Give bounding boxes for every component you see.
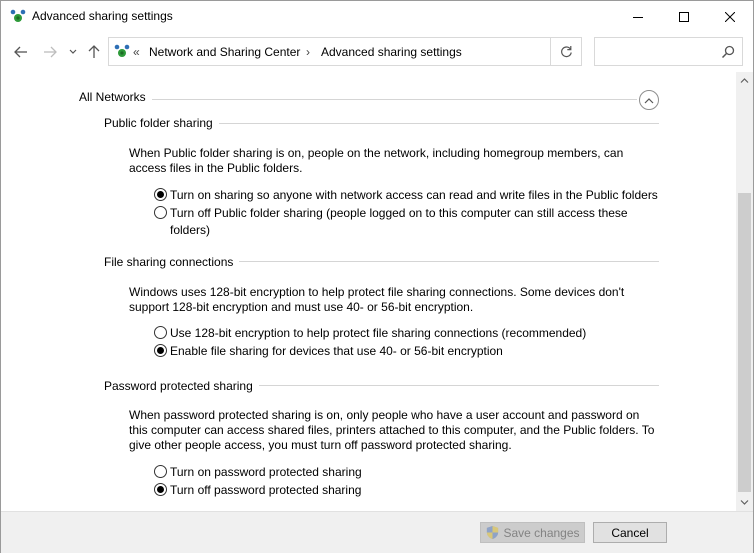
profile-title: All Networks [79,90,152,104]
vertical-scrollbar[interactable] [736,72,753,511]
save-changes-label: Save changes [503,525,580,540]
address-bar[interactable]: « Network and Sharing Center › Advanced … [108,37,582,66]
radio-label[interactable]: Turn off Public folder sharing (people l… [170,205,644,239]
refresh-button[interactable] [554,41,578,62]
network-icon [10,9,26,22]
footer-bar: Save changes Cancel [1,511,753,553]
forward-button[interactable] [39,42,61,62]
close-button[interactable] [707,1,753,32]
radio-label[interactable]: Use 128-bit encryption to help protect f… [170,325,586,342]
refresh-icon [560,46,572,58]
breadcrumb-network-and-sharing-center[interactable]: Network and Sharing Center [149,45,300,59]
chevron-up-icon [644,97,654,103]
breadcrumb-advanced-sharing-settings[interactable]: Advanced sharing settings [321,45,462,59]
scroll-up-button[interactable] [736,72,753,89]
radio-option-128bit[interactable]: Use 128-bit encryption to help protect f… [154,325,674,342]
section-description: Windows uses 128-bit encryption to help … [129,285,625,314]
recent-locations-button[interactable] [67,42,79,62]
radio-button[interactable] [154,483,167,496]
window-title: Advanced sharing settings [32,9,173,23]
radio-option-40-56bit[interactable]: Enable file sharing for devices that use… [154,343,674,360]
profile-divider [151,99,637,100]
close-icon [725,11,735,22]
scroll-down-button[interactable] [736,494,753,511]
radio-option-password-on[interactable]: Turn on password protected sharing [154,464,674,481]
breadcrumb-separator[interactable]: › [306,45,310,59]
radio-option-public-on[interactable]: Turn on sharing so anyone with network a… [154,187,674,204]
window: Advanced sharing settings « Network and … [0,0,754,553]
arrow-right-icon [44,46,57,58]
radio-button[interactable] [154,206,167,219]
radio-label[interactable]: Turn on password protected sharing [170,464,362,481]
radio-button[interactable] [154,465,167,478]
address-divider [550,38,551,65]
section-divider [201,123,659,124]
arrow-left-icon [14,46,27,58]
search-box[interactable] [594,37,743,66]
uac-shield-icon [487,525,499,540]
maximize-button[interactable] [661,1,707,32]
navigation-bar: « Network and Sharing Center › Advanced … [1,32,753,72]
save-changes-button[interactable]: Save changes [480,522,585,543]
minimize-button[interactable] [615,1,661,32]
section-divider [221,261,659,262]
breadcrumb-overflow[interactable]: « [133,45,140,59]
up-button[interactable] [83,42,105,62]
section-title-file-sharing-connections: File sharing connections [104,255,240,269]
radio-button[interactable] [154,326,167,339]
radio-label[interactable]: Turn on sharing so anyone with network a… [170,187,658,204]
radio-label[interactable]: Enable file sharing for devices that use… [170,343,503,360]
collapse-profile-button[interactable] [639,90,659,110]
section-description: When Public folder sharing is on, people… [129,146,624,175]
radio-label[interactable]: Turn off password protected sharing [170,482,361,499]
radio-option-password-off[interactable]: Turn off password protected sharing [154,482,674,499]
section-divider [241,385,659,386]
maximize-icon [679,11,689,22]
scroll-up-arrow-icon [740,78,749,83]
back-button[interactable] [10,42,32,62]
radio-button[interactable] [154,344,167,357]
network-icon [114,44,130,57]
scroll-thumb[interactable] [738,193,751,492]
radio-button[interactable] [154,188,167,201]
minimize-icon [633,16,643,18]
section-title-public-folder-sharing: Public folder sharing [104,116,219,130]
chevron-down-icon [69,49,77,54]
settings-content: All Networks Public folder sharing When … [1,72,736,511]
scroll-down-arrow-icon [740,500,749,505]
cancel-button[interactable]: Cancel [593,522,667,543]
search-icon[interactable] [720,44,736,60]
radio-option-public-off[interactable]: Turn off Public folder sharing (people l… [154,205,644,239]
title-bar: Advanced sharing settings [1,1,753,32]
section-title-password-protected-sharing: Password protected sharing [104,379,259,393]
search-input[interactable] [599,42,717,61]
arrow-up-icon [88,45,100,58]
section-description: When password protected sharing is on, o… [129,408,655,452]
